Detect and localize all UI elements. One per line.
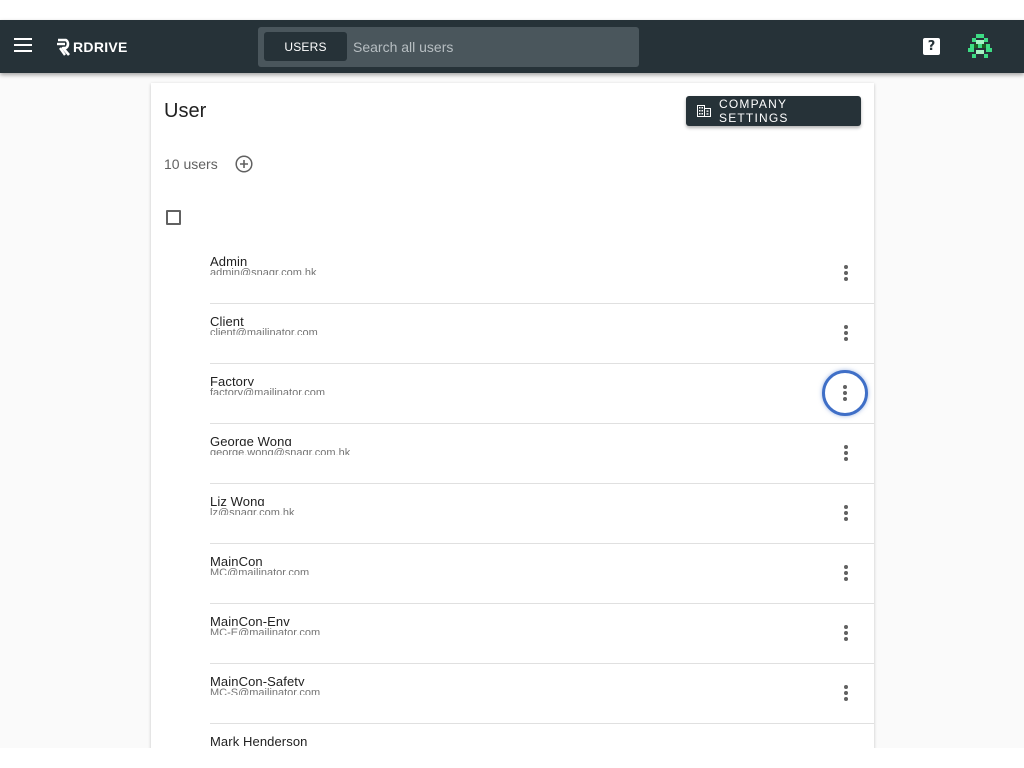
list-item[interactable]: MainCon-Safety MC-S@mailinator.com <box>210 664 874 724</box>
search-input[interactable] <box>348 32 633 61</box>
user-email: lz@snagr.com.hk <box>210 508 295 515</box>
user-name: Mark Henderson <box>210 735 308 746</box>
more-vert-icon[interactable] <box>832 319 860 347</box>
user-email: MC@mailinator.com <box>210 568 310 575</box>
company-settings-label: COMPANY SETTINGS <box>718 97 789 125</box>
bottom-margin <box>0 748 1024 768</box>
user-name: MainCon <box>210 555 263 566</box>
user-email: george.wong@snagr.com.hk <box>210 448 351 455</box>
user-email: client@mailinator.com <box>210 328 318 335</box>
list-item[interactable]: MainCon-Env MC-E@mailinator.com <box>210 604 874 664</box>
list-item[interactable]: George Wong george.wong@snagr.com.hk <box>210 424 874 484</box>
search-bar: USERS <box>258 27 639 67</box>
search-scope-button[interactable]: USERS <box>264 32 347 61</box>
list-item[interactable]: Admin admin@snagr.com.hk <box>210 244 874 304</box>
more-vert-icon[interactable] <box>832 259 860 287</box>
user-name: Client <box>210 315 244 326</box>
main-content: User COMPANY SETTINGS 10 users Admin adm… <box>0 73 1024 763</box>
user-email: MC-S@mailinator.com <box>210 688 321 695</box>
select-all-checkbox[interactable] <box>166 210 181 225</box>
list-item[interactable]: Liz Wong lz@snagr.com.hk <box>210 484 874 544</box>
user-list-card: User COMPANY SETTINGS 10 users Admin adm… <box>151 83 874 763</box>
company-settings-button[interactable]: COMPANY SETTINGS <box>686 96 861 126</box>
user-email: factory@mailinator.com <box>210 388 326 395</box>
page-title: User <box>164 100 207 122</box>
user-name: MainCon-Env <box>210 615 290 626</box>
pixel-avatar-icon[interactable] <box>966 32 994 60</box>
more-vert-icon[interactable] <box>832 499 860 527</box>
user-name: Liz Wong <box>210 495 265 506</box>
help-icon[interactable]: ? <box>923 38 940 55</box>
building-icon <box>697 105 711 117</box>
user-name: George Wong <box>210 435 292 446</box>
user-count-row: 10 users <box>164 155 253 173</box>
app-bar: RDRIVE USERS ? <box>0 20 1024 73</box>
user-email: MC-E@mailinator.com <box>210 628 321 635</box>
user-email: admin@snagr.com.hk <box>210 268 317 275</box>
rdrive-logo-icon <box>57 38 70 56</box>
more-vert-icon[interactable] <box>832 439 860 467</box>
brand-name: RDRIVE <box>73 39 128 55</box>
list-item[interactable]: Factory factory@mailinator.com <box>210 364 874 424</box>
more-vert-icon[interactable] <box>832 679 860 707</box>
menu-icon[interactable] <box>14 38 32 52</box>
list-item[interactable]: Client client@mailinator.com <box>210 304 874 364</box>
more-vert-icon[interactable] <box>832 619 860 647</box>
list-item[interactable]: MainCon MC@mailinator.com <box>210 544 874 604</box>
brand-logo[interactable]: RDRIVE <box>56 37 128 57</box>
more-vert-icon[interactable] <box>822 370 868 416</box>
user-name: Admin <box>210 255 248 266</box>
user-name: MainCon-Safety <box>210 675 305 686</box>
user-list: Admin admin@snagr.com.hk Client client@m… <box>210 244 874 768</box>
more-vert-icon[interactable] <box>832 559 860 587</box>
user-name: Factory <box>210 375 255 386</box>
add-user-icon[interactable] <box>235 155 253 173</box>
user-count: 10 users <box>164 156 218 172</box>
